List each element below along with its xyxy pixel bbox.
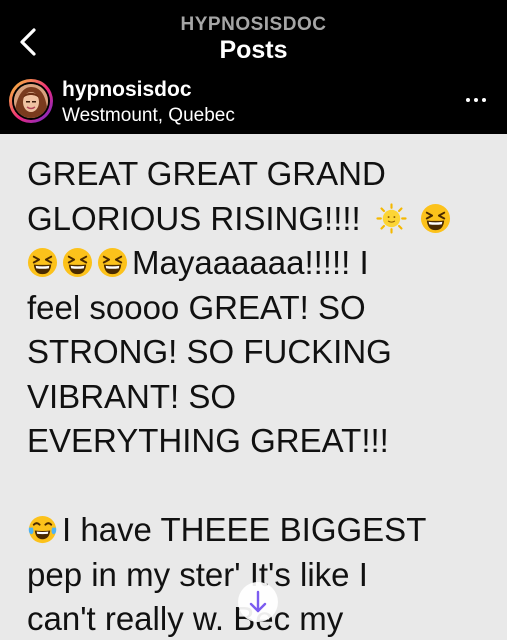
more-dot xyxy=(474,98,478,102)
avatar[interactable] xyxy=(9,79,53,123)
caption-text: feel soooo GREAT! SO xyxy=(27,288,366,326)
caption-line: I have THEEE BIGGEST xyxy=(27,508,487,553)
caption-text: Mayaaaaaa!!!!! I xyxy=(132,244,369,281)
post-caption-area: GREAT GREAT GRAND GLORIOUS RISING!!!! Ma… xyxy=(0,134,507,640)
caption-text: I have THEEE BIGGEST xyxy=(62,511,427,548)
post-location[interactable]: Westmount, Quebec xyxy=(62,105,235,127)
caption-line: GREAT GREAT GRAND xyxy=(27,152,487,197)
page-title: Posts xyxy=(219,36,288,64)
caption-line: Mayaaaaaa!!!!! I xyxy=(27,241,487,286)
arrow-down-icon xyxy=(249,590,267,613)
caption-text: can't really w. Bec my xyxy=(27,600,344,637)
scroll-down-button[interactable] xyxy=(238,582,278,622)
caption-line: VIBRANT! SO xyxy=(27,375,487,420)
sun-emoji-icon xyxy=(376,202,407,234)
caption-line: GLORIOUS RISING!!!! xyxy=(27,197,487,242)
profile-photo xyxy=(14,84,48,118)
caption-text: STRONG! SO FUCKING xyxy=(27,333,392,370)
grinning-squint-emoji-icon xyxy=(421,203,451,233)
more-options-button[interactable] xyxy=(461,88,491,112)
caption-text: VIBRANT! SO xyxy=(27,377,237,415)
caption-text: pep in my ster' It's like I xyxy=(27,555,368,593)
post-caption: GREAT GREAT GRAND GLORIOUS RISING!!!! Ma… xyxy=(27,152,487,640)
caption-paragraph-gap xyxy=(27,464,487,509)
caption-line: EVERYTHING GREAT!!! xyxy=(27,419,487,464)
account-title: HYPNOSISDOC xyxy=(180,14,327,35)
post-header: hypnosisdoc Westmount, Quebec xyxy=(0,68,507,134)
grinning-squint-emoji-icon xyxy=(27,247,58,278)
caption-line: feel soooo GREAT! SO xyxy=(27,286,487,331)
tears-of-joy-emoji-icon xyxy=(28,515,57,544)
title-block: HYPNOSISDOC Posts xyxy=(0,14,507,64)
caption-text: GREAT GREAT GRAND xyxy=(27,155,386,192)
caption-text: GLORIOUS RISING!!!! xyxy=(27,199,361,237)
grinning-squint-emoji-icon xyxy=(62,247,93,278)
caption-text: EVERYTHING GREAT!!! xyxy=(27,422,389,459)
post-username[interactable]: hypnosisdoc xyxy=(62,78,192,102)
caption-line: STRONG! SO FUCKING xyxy=(27,330,487,375)
top-navigation-bar: HYPNOSISDOC Posts xyxy=(0,0,507,68)
more-dot xyxy=(482,98,486,102)
more-horizontal-icon xyxy=(466,98,470,102)
grinning-squint-emoji-icon xyxy=(97,247,128,278)
avatar-ring xyxy=(12,82,50,120)
